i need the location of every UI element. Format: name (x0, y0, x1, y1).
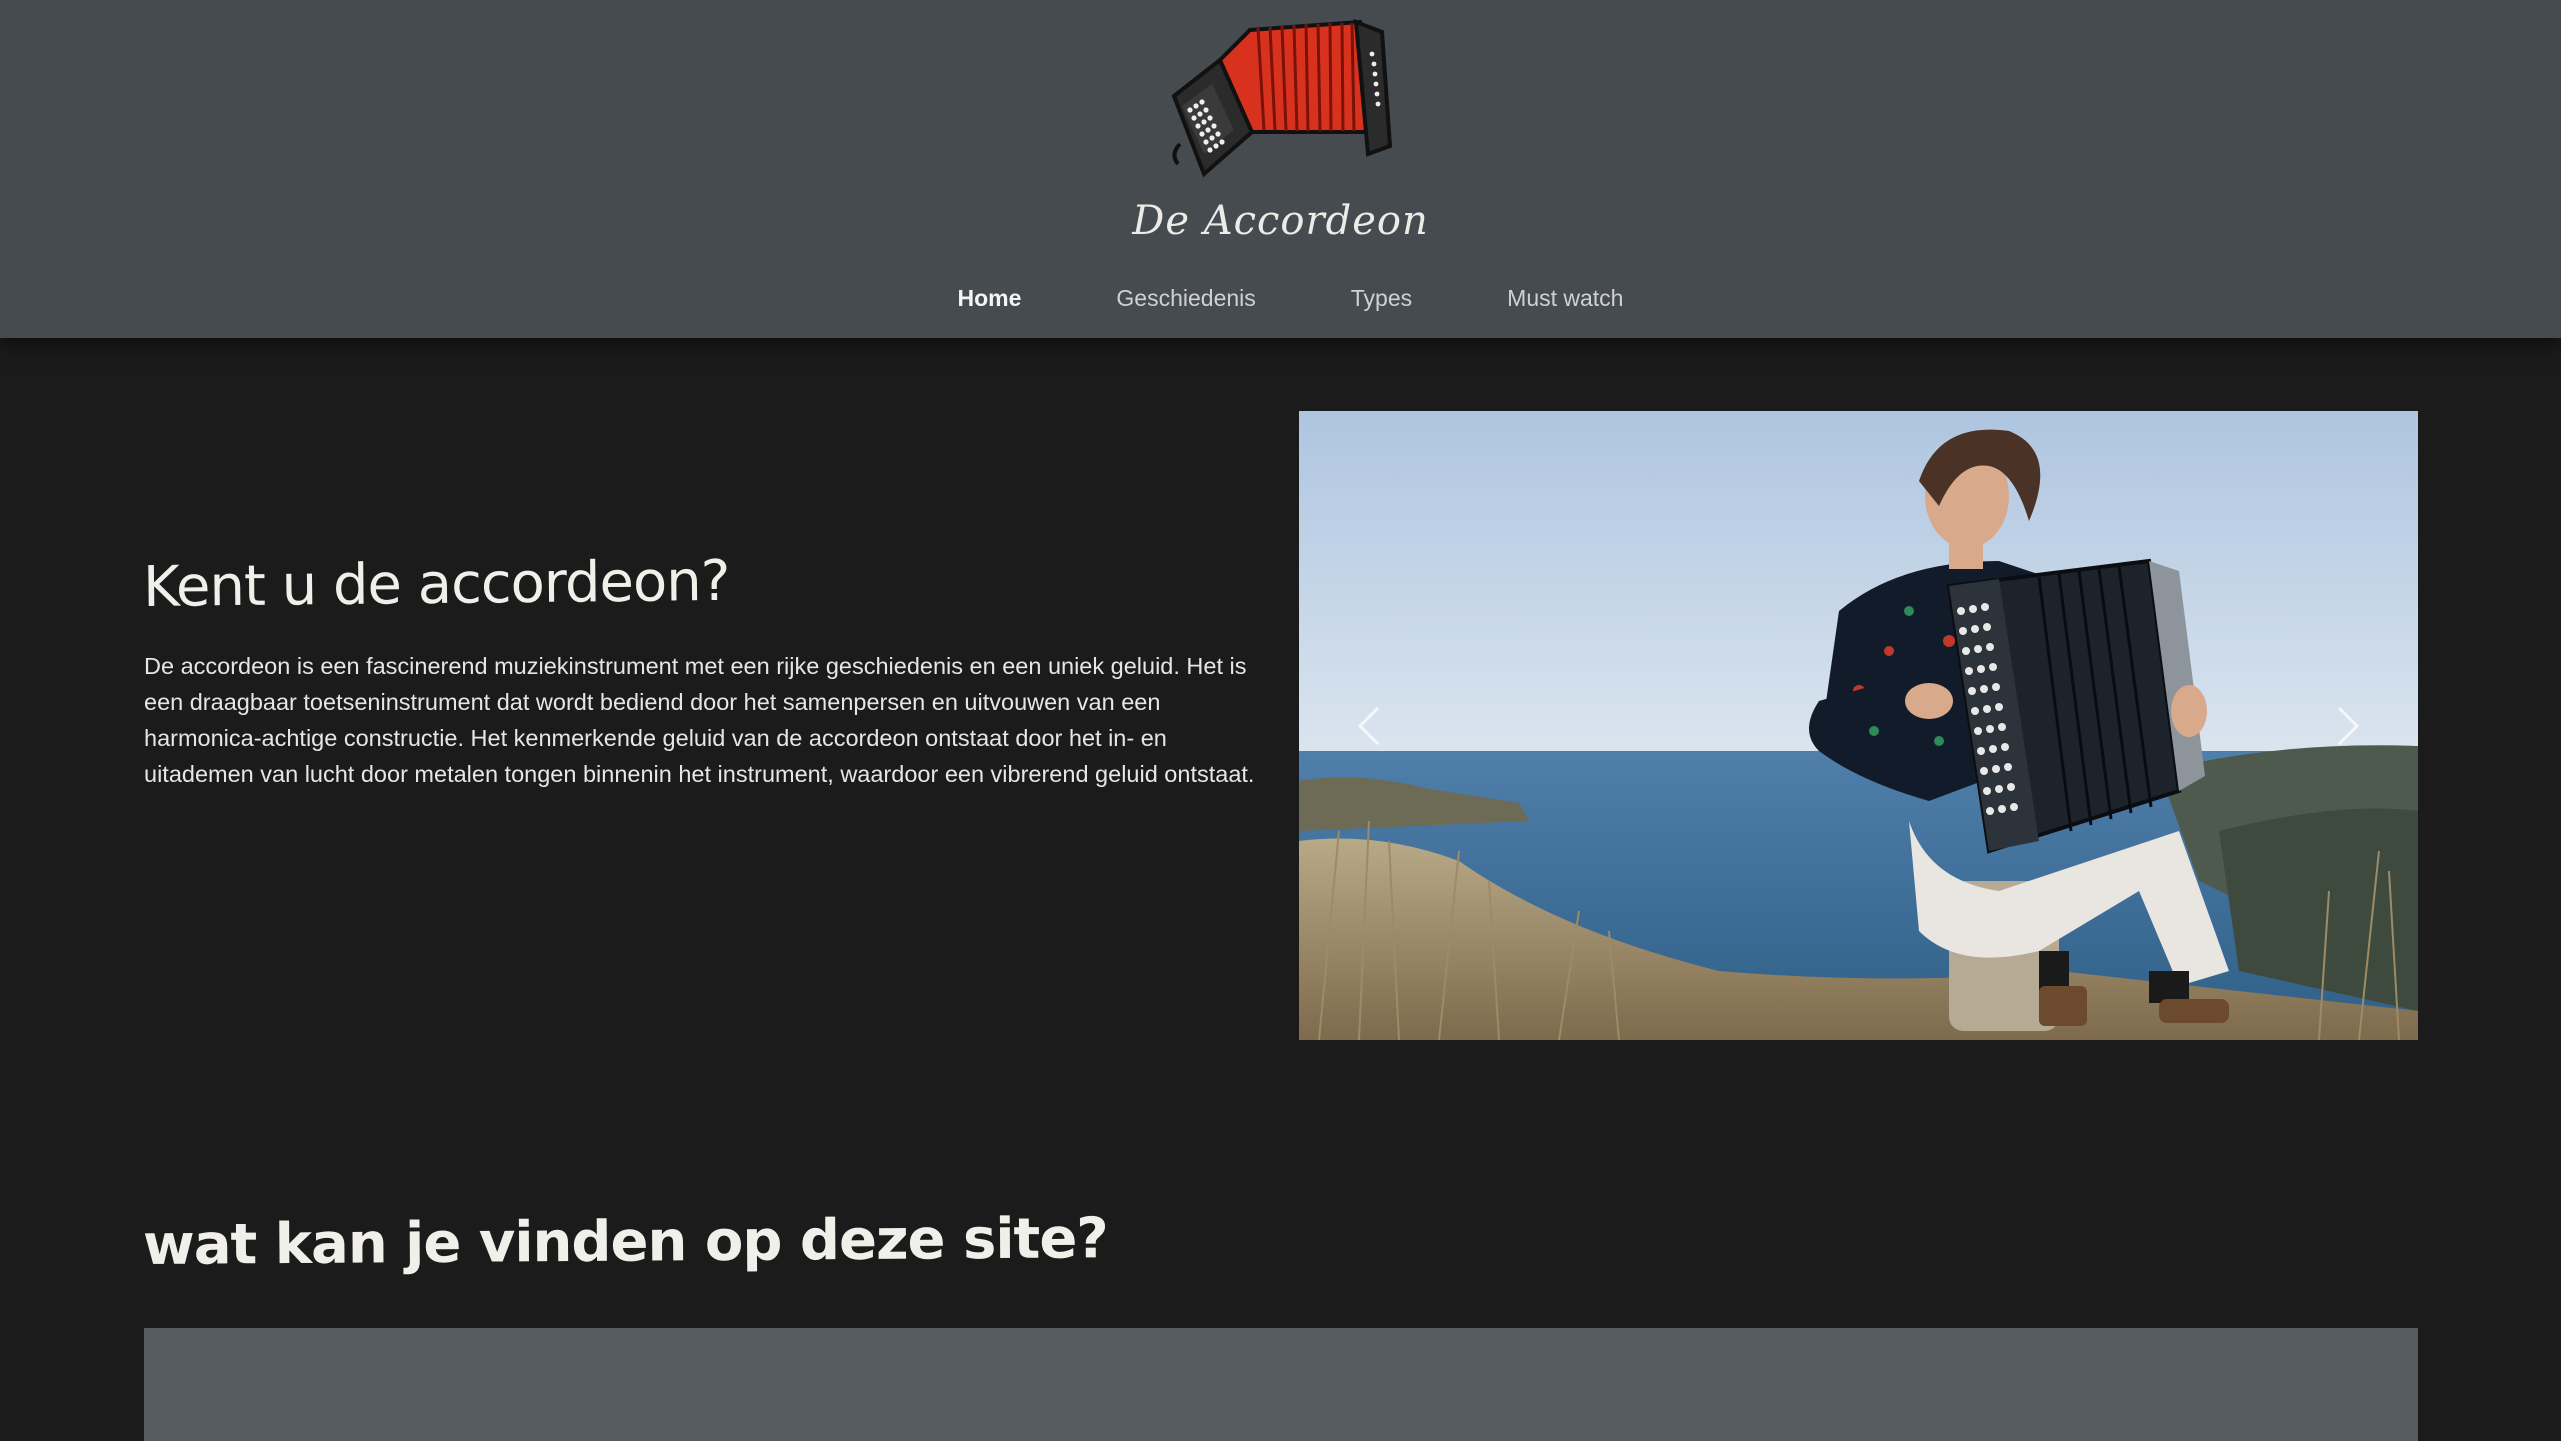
site-header: De Accordeon Home Geschiedenis Types Mus… (0, 0, 2561, 338)
accordion-logo-icon[interactable] (1160, 14, 1400, 184)
nav-must-watch[interactable]: Must watch (1507, 280, 1623, 320)
brand-name[interactable]: De Accordeon (0, 198, 2561, 244)
carousel-prev-button[interactable] (1319, 671, 1419, 781)
nav-types[interactable]: Types (1351, 280, 1412, 320)
main-nav: Home Geschiedenis Types Must watch (0, 280, 2561, 320)
content-panel (144, 1328, 2418, 1441)
section-title: wat kan je vinden op deze site? (142, 1206, 1109, 1278)
nav-geschiedenis[interactable]: Geschiedenis (1116, 280, 1255, 320)
intro-text: De accordeon is een fascinerend muziekin… (144, 653, 1255, 787)
carousel-next-button[interactable] (2298, 671, 2398, 781)
image-carousel[interactable] (1299, 411, 2418, 1040)
accordion-player-photo (1299, 411, 2418, 1040)
chevron-left-icon (1357, 706, 1380, 746)
nav-home[interactable]: Home (958, 280, 1022, 320)
chevron-right-icon (2337, 706, 2360, 746)
intro-title: Kent u de accordeon? (142, 548, 730, 620)
